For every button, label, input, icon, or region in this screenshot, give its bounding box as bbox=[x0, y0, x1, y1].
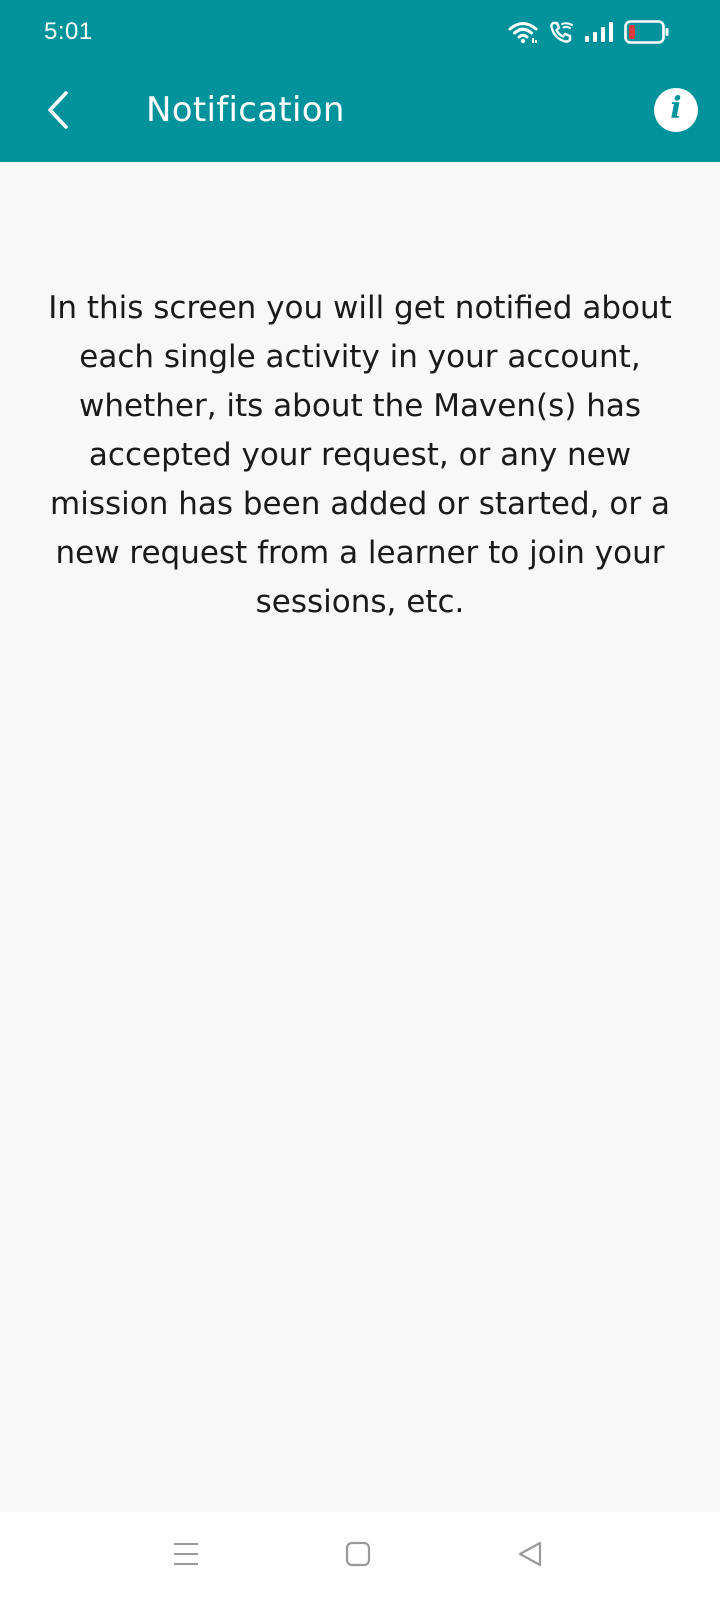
info-button[interactable]: i bbox=[654, 88, 698, 132]
home-button[interactable] bbox=[334, 1532, 382, 1580]
main-content: In this screen you will get notified abo… bbox=[40, 284, 680, 627]
back-triangle-icon bbox=[516, 1540, 544, 1572]
status-icons bbox=[508, 18, 670, 46]
menu-icon bbox=[172, 1540, 200, 1572]
notification-info-message: In this screen you will get notified abo… bbox=[48, 290, 672, 620]
status-time: 5:01 bbox=[44, 18, 93, 45]
status-bar: 5:01 bbox=[0, 0, 720, 64]
wifi-icon bbox=[508, 20, 538, 44]
wifi-call-icon bbox=[548, 20, 574, 44]
system-nav-bar bbox=[0, 1512, 720, 1600]
recent-apps-button[interactable] bbox=[162, 1532, 210, 1580]
page-title: Notification bbox=[146, 90, 345, 130]
system-back-button[interactable] bbox=[506, 1532, 554, 1580]
chevron-left-icon bbox=[44, 89, 72, 135]
signal-icon bbox=[584, 21, 614, 43]
home-icon bbox=[344, 1540, 372, 1572]
info-icon: i bbox=[670, 91, 682, 126]
battery-low-icon bbox=[624, 19, 670, 45]
back-button[interactable] bbox=[34, 82, 82, 142]
app-bar: Notification i bbox=[0, 64, 720, 162]
